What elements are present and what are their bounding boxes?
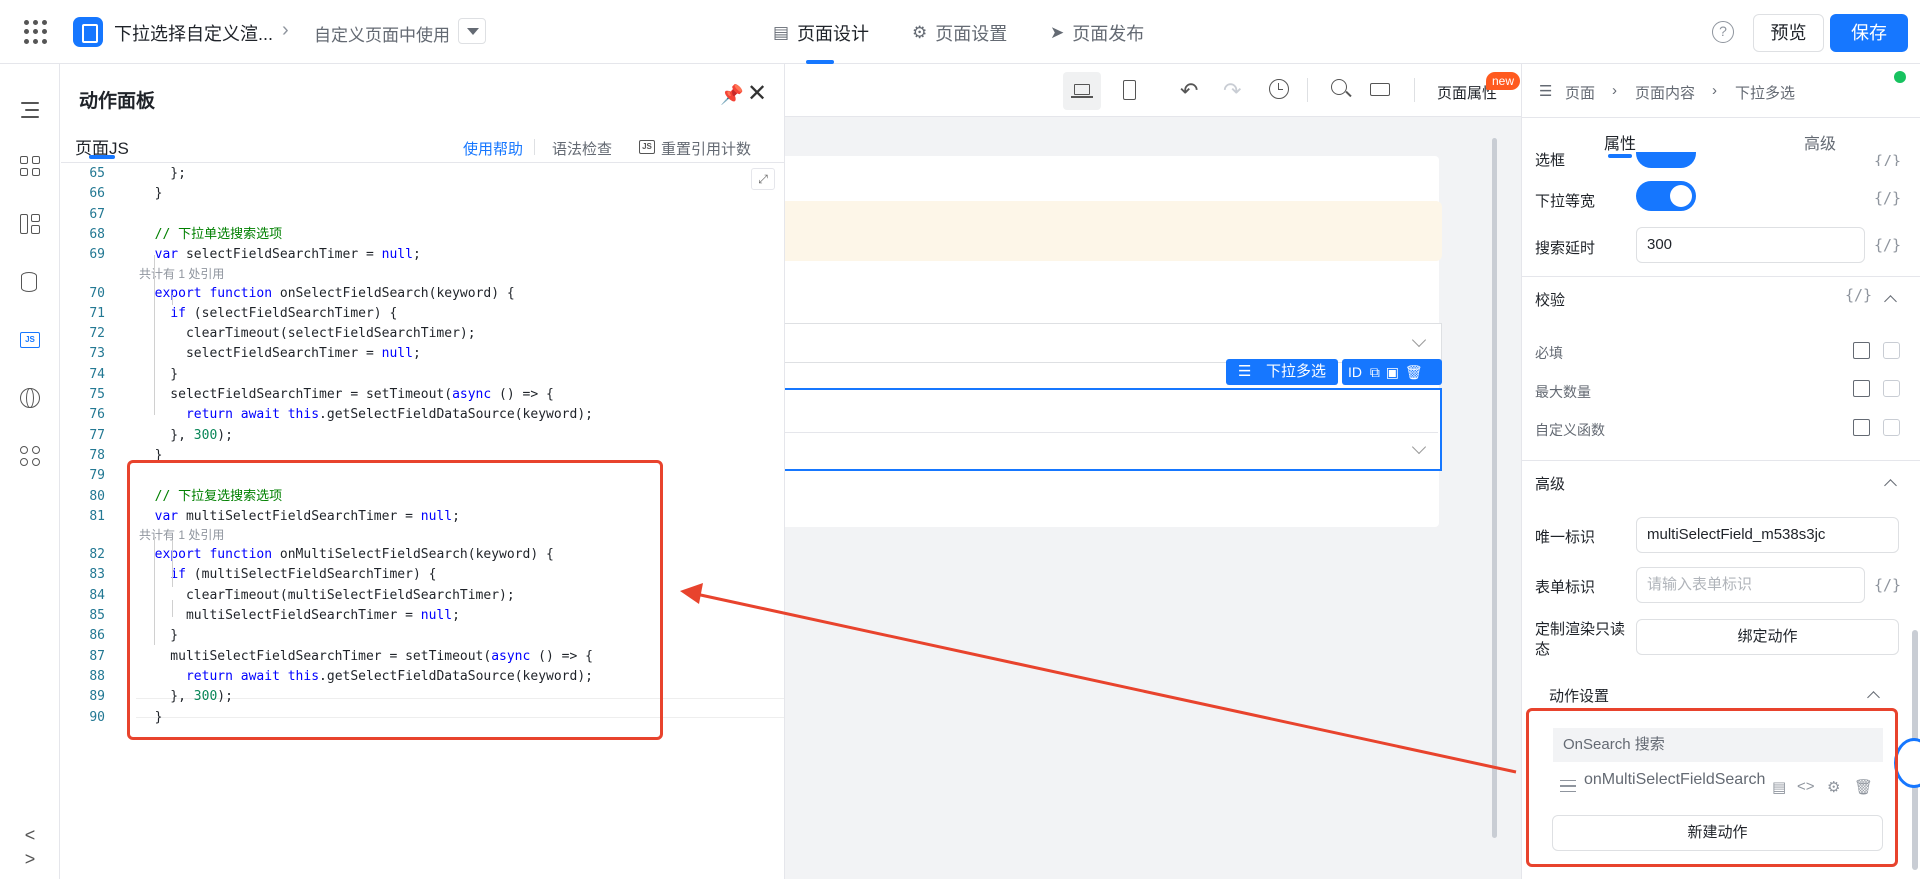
- annotation-arrow: [680, 583, 1517, 774]
